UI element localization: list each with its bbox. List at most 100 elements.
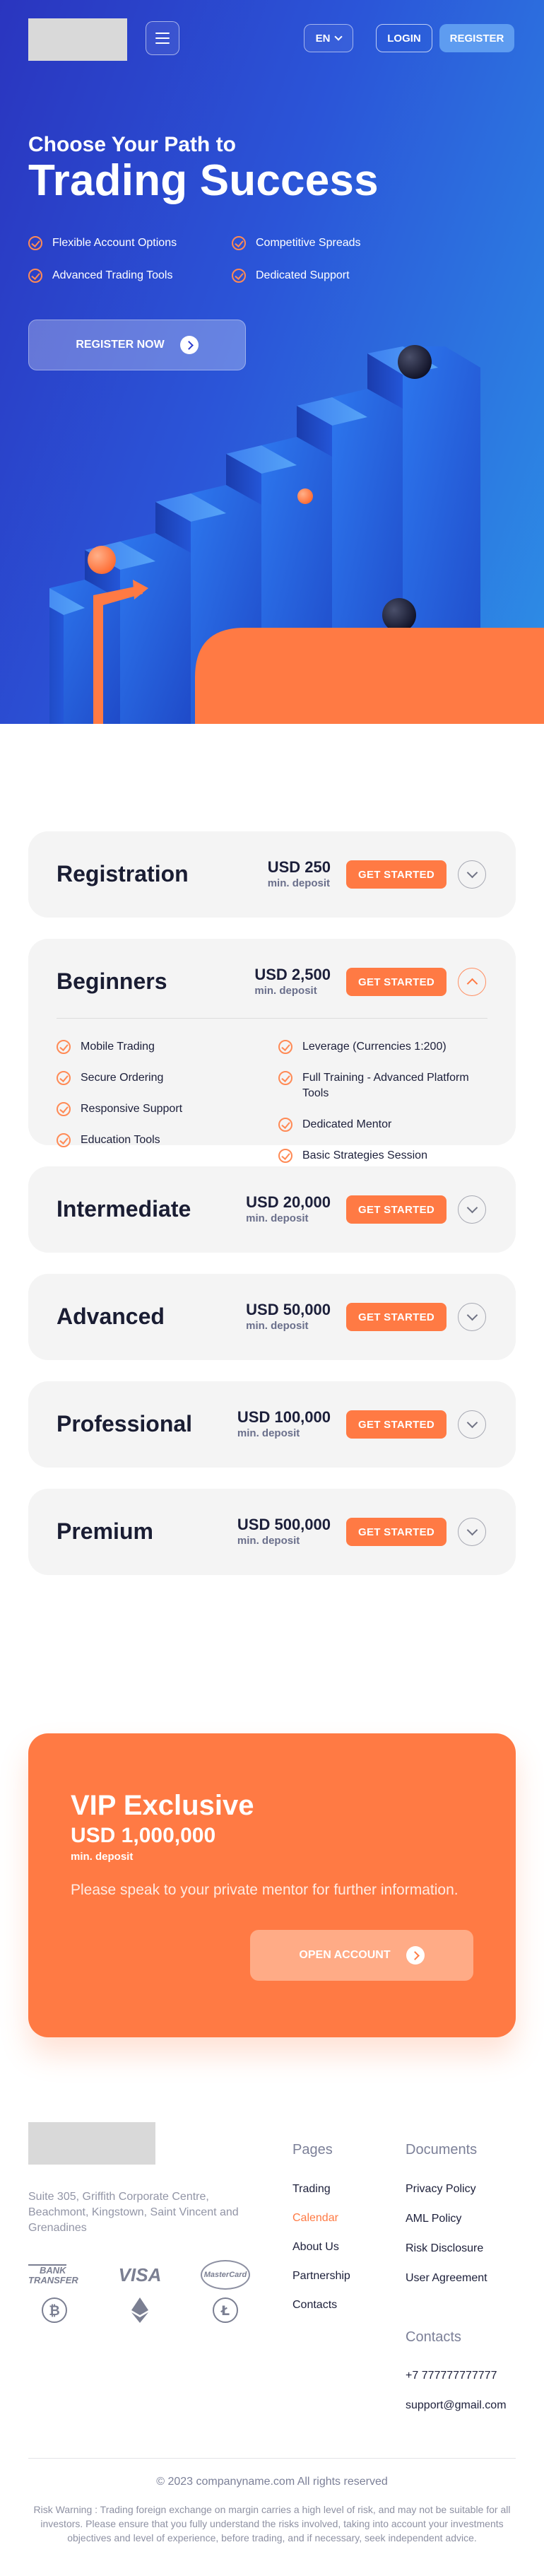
- chevron-down-icon[interactable]: [458, 1195, 486, 1224]
- hamburger-icon: [155, 33, 170, 34]
- plan-feature: Leverage (Currencies 1:200): [278, 1039, 490, 1055]
- footer-link-about-us[interactable]: About Us: [292, 2241, 339, 2254]
- footer-logo-placeholder[interactable]: [28, 2122, 155, 2165]
- plan-price: USD 50,000 min. deposit: [246, 1301, 331, 1332]
- contact-phone[interactable]: +7 777777777777: [406, 2370, 497, 2382]
- get-started-button[interactable]: GET STARTED: [346, 968, 447, 996]
- plan-card-professional[interactable]: Professional USD 100,000 min. deposit GET…: [28, 1381, 516, 1468]
- account-plans: Registration USD 250 min. deposit GET STA…: [28, 831, 516, 1596]
- visa-logo: VISA: [118, 2264, 162, 2285]
- plan-feature: Dedicated Mentor: [278, 1117, 490, 1132]
- plan-price: USD 2,500 min. deposit: [254, 966, 331, 997]
- plan-card-registration[interactable]: Registration USD 250 min. deposit GET STA…: [28, 831, 516, 918]
- divider: [28, 2458, 516, 2459]
- get-started-button[interactable]: GET STARTED: [346, 860, 447, 889]
- chevron-down-icon: [334, 33, 343, 41]
- plan-feature: Basic Strategies Session: [278, 1148, 490, 1164]
- check-icon: [57, 1040, 71, 1054]
- login-button[interactable]: LOGIN: [376, 24, 432, 52]
- footer-link-contacts[interactable]: Contacts: [292, 2299, 337, 2312]
- plan-price: USD 20,000 min. deposit: [246, 1193, 331, 1224]
- hero-orange-shape: [195, 628, 544, 724]
- arrow-right-icon: [406, 1946, 425, 1965]
- check-icon: [28, 236, 42, 250]
- divider: [57, 1018, 487, 1019]
- ethereum-icon: [131, 2297, 148, 2323]
- footer-link-privacy-policy[interactable]: Privacy Policy: [406, 2183, 476, 2196]
- plan-card-premium[interactable]: Premium USD 500,000 min. deposit GET STAR…: [28, 1489, 516, 1575]
- check-icon: [28, 269, 42, 283]
- plan-price: USD 500,000 min. deposit: [237, 1516, 331, 1547]
- plan-name: Registration: [57, 861, 189, 886]
- chevron-down-icon[interactable]: [458, 1303, 486, 1331]
- plan-name: Professional: [57, 1411, 193, 1436]
- plan-price: USD 100,000 min. deposit: [237, 1408, 331, 1439]
- plan-feature: Responsive Support: [57, 1101, 182, 1117]
- hero-title: Trading Success: [28, 156, 379, 205]
- get-started-button[interactable]: GET STARTED: [346, 1303, 447, 1331]
- language-selector[interactable]: EN: [304, 24, 353, 52]
- check-icon: [232, 236, 246, 250]
- chevron-down-icon[interactable]: [458, 860, 486, 889]
- vip-min-deposit: min. deposit: [71, 1851, 134, 1863]
- vip-description: Please speak to your private mentor for …: [71, 1882, 459, 1898]
- svg-text:Ł: Ł: [220, 2303, 230, 2319]
- footer-link-aml-policy[interactable]: AML Policy: [406, 2213, 461, 2225]
- plan-name: Beginners: [57, 968, 167, 994]
- copyright: © 2023 companyname.com All rights reserv…: [156, 2476, 388, 2488]
- check-icon: [232, 269, 246, 283]
- chevron-up-icon[interactable]: [458, 968, 486, 996]
- contact-email[interactable]: support@gmail.com: [406, 2399, 507, 2412]
- chevron-down-icon[interactable]: [458, 1410, 486, 1439]
- check-icon: [57, 1133, 71, 1147]
- menu-button[interactable]: [146, 21, 179, 55]
- logo-placeholder[interactable]: [28, 18, 127, 61]
- plan-name: Premium: [57, 1518, 153, 1544]
- contacts-heading: Contacts: [406, 2329, 461, 2345]
- footer-link-partnership[interactable]: Partnership: [292, 2270, 350, 2283]
- check-icon: [278, 1040, 292, 1054]
- plan-feature: Education Tools: [57, 1132, 160, 1148]
- hero-feature: Dedicated Support: [232, 269, 350, 283]
- hero-section: EN LOGIN REGISTER Choose Your Path to Tr…: [0, 0, 544, 724]
- plan-card-beginners[interactable]: Beginners USD 2,500 min. deposit GET STAR…: [28, 939, 516, 1163]
- vip-amount: USD 1,000,000: [71, 1824, 216, 1847]
- get-started-button[interactable]: GET STARTED: [346, 1195, 447, 1224]
- footer-link-risk-disclosure[interactable]: Risk Disclosure: [406, 2242, 483, 2255]
- litecoin-icon: Ł: [213, 2297, 238, 2323]
- check-icon: [278, 1071, 292, 1085]
- top-navigation: EN LOGIN REGISTER: [0, 0, 544, 76]
- open-account-button[interactable]: OPEN ACCOUNT: [250, 1930, 473, 1981]
- bank-transfer-logo: BANK TRANSFER: [28, 2264, 78, 2285]
- plan-feature: Mobile Trading: [57, 1039, 155, 1055]
- hero-feature: Advanced Trading Tools: [28, 269, 172, 283]
- hero-feature: Flexible Account Options: [28, 236, 177, 250]
- documents-heading: Documents: [406, 2142, 478, 2158]
- plan-price: USD 250 min. deposit: [267, 858, 331, 889]
- chevron-down-icon[interactable]: [458, 1518, 486, 1546]
- plan-card-advanced[interactable]: Advanced USD 50,000 min. deposit GET STAR…: [28, 1274, 516, 1360]
- check-icon: [57, 1071, 71, 1085]
- footer-link-calendar[interactable]: Calendar: [292, 2212, 338, 2225]
- plan-card-intermediate[interactable]: Intermediate USD 20,000 min. deposit GET …: [28, 1166, 516, 1253]
- get-started-button[interactable]: GET STARTED: [346, 1410, 447, 1439]
- mastercard-logo: MasterCard: [201, 2260, 250, 2290]
- plan-name: Intermediate: [57, 1196, 191, 1222]
- check-icon: [278, 1149, 292, 1163]
- plan-feature: Full Training - Advanced Platform Tools: [278, 1070, 490, 1101]
- bitcoin-icon: ₿: [42, 2297, 67, 2323]
- risk-warning: Risk Warning : Trading foreign exchange …: [33, 2504, 511, 2543]
- check-icon: [278, 1118, 292, 1132]
- plan-feature: Secure Ordering: [57, 1070, 163, 1086]
- footer-link-user-agreement[interactable]: User Agreement: [406, 2272, 487, 2285]
- check-icon: [57, 1102, 71, 1116]
- vip-title: VIP Exclusive: [71, 1790, 254, 1821]
- get-started-button[interactable]: GET STARTED: [346, 1518, 447, 1546]
- vip-exclusive-card: VIP Exclusive USD 1,000,000 min. deposit…: [28, 1733, 516, 2037]
- hero-kicker: Choose Your Path to: [28, 133, 236, 156]
- register-button[interactable]: REGISTER: [439, 24, 514, 52]
- plan-name: Advanced: [57, 1304, 165, 1329]
- svg-text:₿: ₿: [49, 2303, 59, 2319]
- pages-heading: Pages: [292, 2142, 333, 2158]
- footer-link-trading[interactable]: Trading: [292, 2183, 331, 2196]
